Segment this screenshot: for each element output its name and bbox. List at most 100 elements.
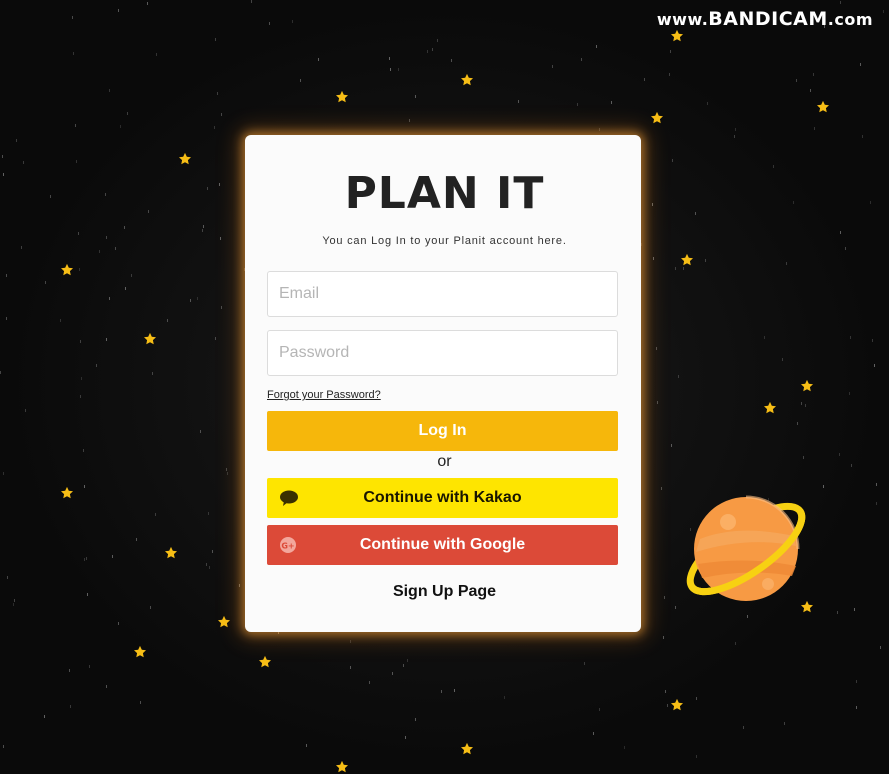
dust-speck xyxy=(106,338,107,341)
dust-speck xyxy=(76,160,77,163)
dust-speck xyxy=(441,690,442,693)
dust-speck xyxy=(705,259,706,262)
dust-speck xyxy=(415,718,416,721)
dust-speck xyxy=(427,50,428,53)
star-icon xyxy=(258,655,272,669)
dust-speck xyxy=(845,247,846,250)
page-title: PLAN IT xyxy=(344,168,545,219)
password-input[interactable] xyxy=(267,330,618,376)
dust-speck xyxy=(6,274,7,277)
dust-speck xyxy=(3,472,4,475)
dust-speck xyxy=(292,20,293,23)
dust-speck xyxy=(44,715,45,718)
dust-speck xyxy=(584,662,585,665)
dust-speck xyxy=(880,646,881,649)
dust-speck xyxy=(593,732,594,735)
dust-speck xyxy=(69,669,70,672)
dust-speck xyxy=(215,38,216,41)
dust-speck xyxy=(696,755,697,758)
dust-speck xyxy=(227,472,228,475)
dust-speck xyxy=(369,681,370,684)
kakao-button-label: Continue with Kakao xyxy=(363,489,522,506)
dust-speck xyxy=(581,58,582,61)
dust-speck xyxy=(596,45,597,48)
dust-speck xyxy=(856,706,857,709)
dust-speck xyxy=(403,664,404,667)
dust-speck xyxy=(206,563,207,566)
kakao-login-button[interactable]: Continue with Kakao xyxy=(267,478,618,518)
star-icon xyxy=(460,73,474,87)
star-icon xyxy=(800,379,814,393)
dust-speck xyxy=(318,58,319,61)
dust-speck xyxy=(350,666,351,669)
dust-speck xyxy=(860,63,861,66)
dust-speck xyxy=(84,485,85,488)
dust-speck xyxy=(599,708,600,711)
star-icon xyxy=(335,760,349,774)
dust-speck xyxy=(405,736,406,739)
dust-speck xyxy=(118,622,119,625)
login-button[interactable]: Log In xyxy=(267,411,618,451)
google-login-button[interactable]: G+ Continue with Google xyxy=(267,525,618,565)
dust-speck xyxy=(16,139,17,142)
star-icon xyxy=(680,253,694,267)
dust-speck xyxy=(70,705,71,708)
svg-text:G+: G+ xyxy=(281,542,294,551)
dust-speck xyxy=(814,127,815,130)
dust-speck xyxy=(200,430,201,433)
star-icon xyxy=(133,645,147,659)
dust-speck xyxy=(797,422,798,425)
dust-speck xyxy=(451,59,452,62)
dust-speck xyxy=(300,79,301,82)
dust-speck xyxy=(599,128,600,131)
dust-speck xyxy=(0,371,1,374)
dust-speck xyxy=(669,73,670,76)
star-icon xyxy=(763,401,777,415)
dust-speck xyxy=(7,576,8,579)
dust-speck xyxy=(73,52,74,55)
dust-speck xyxy=(782,358,783,361)
dust-speck xyxy=(392,672,393,675)
dust-speck xyxy=(743,726,744,729)
dust-speck xyxy=(611,101,612,104)
bandicam-watermark: www.BANDICAM.com xyxy=(657,8,873,30)
dust-speck xyxy=(197,297,198,300)
dust-speck xyxy=(152,372,153,375)
dust-speck xyxy=(112,555,113,558)
dust-speck xyxy=(124,226,125,229)
planet-icon xyxy=(678,484,814,614)
dust-speck xyxy=(624,746,625,749)
email-input[interactable] xyxy=(267,271,618,317)
dust-speck xyxy=(136,538,137,541)
forgot-password-link[interactable]: Forgot your Password? xyxy=(267,389,381,401)
dust-speck xyxy=(6,317,7,320)
dust-speck xyxy=(202,229,203,232)
dust-speck xyxy=(140,701,141,704)
dust-speck xyxy=(504,696,505,699)
dust-speck xyxy=(390,68,391,71)
dust-speck xyxy=(667,704,668,707)
dust-speck xyxy=(813,73,814,76)
star-icon xyxy=(816,100,830,114)
watermark-suffix: .com xyxy=(827,10,873,29)
dust-speck xyxy=(552,65,553,68)
dust-speck xyxy=(389,57,390,60)
dust-speck xyxy=(212,550,213,553)
dust-speck xyxy=(784,722,785,725)
dust-speck xyxy=(415,95,416,98)
or-divider: or xyxy=(437,453,452,470)
dust-speck xyxy=(810,89,811,92)
dust-speck xyxy=(150,606,151,609)
dust-speck xyxy=(670,50,671,53)
star-icon xyxy=(670,698,684,712)
dust-speck xyxy=(657,401,658,404)
dust-speck xyxy=(89,665,90,668)
dust-speck xyxy=(79,268,80,271)
dust-speck xyxy=(131,274,132,277)
dust-speck xyxy=(45,281,46,284)
dust-speck xyxy=(854,608,855,611)
dust-speck xyxy=(656,347,657,350)
dust-speck xyxy=(72,16,73,19)
dust-speck xyxy=(80,395,81,398)
dust-speck xyxy=(437,39,438,42)
